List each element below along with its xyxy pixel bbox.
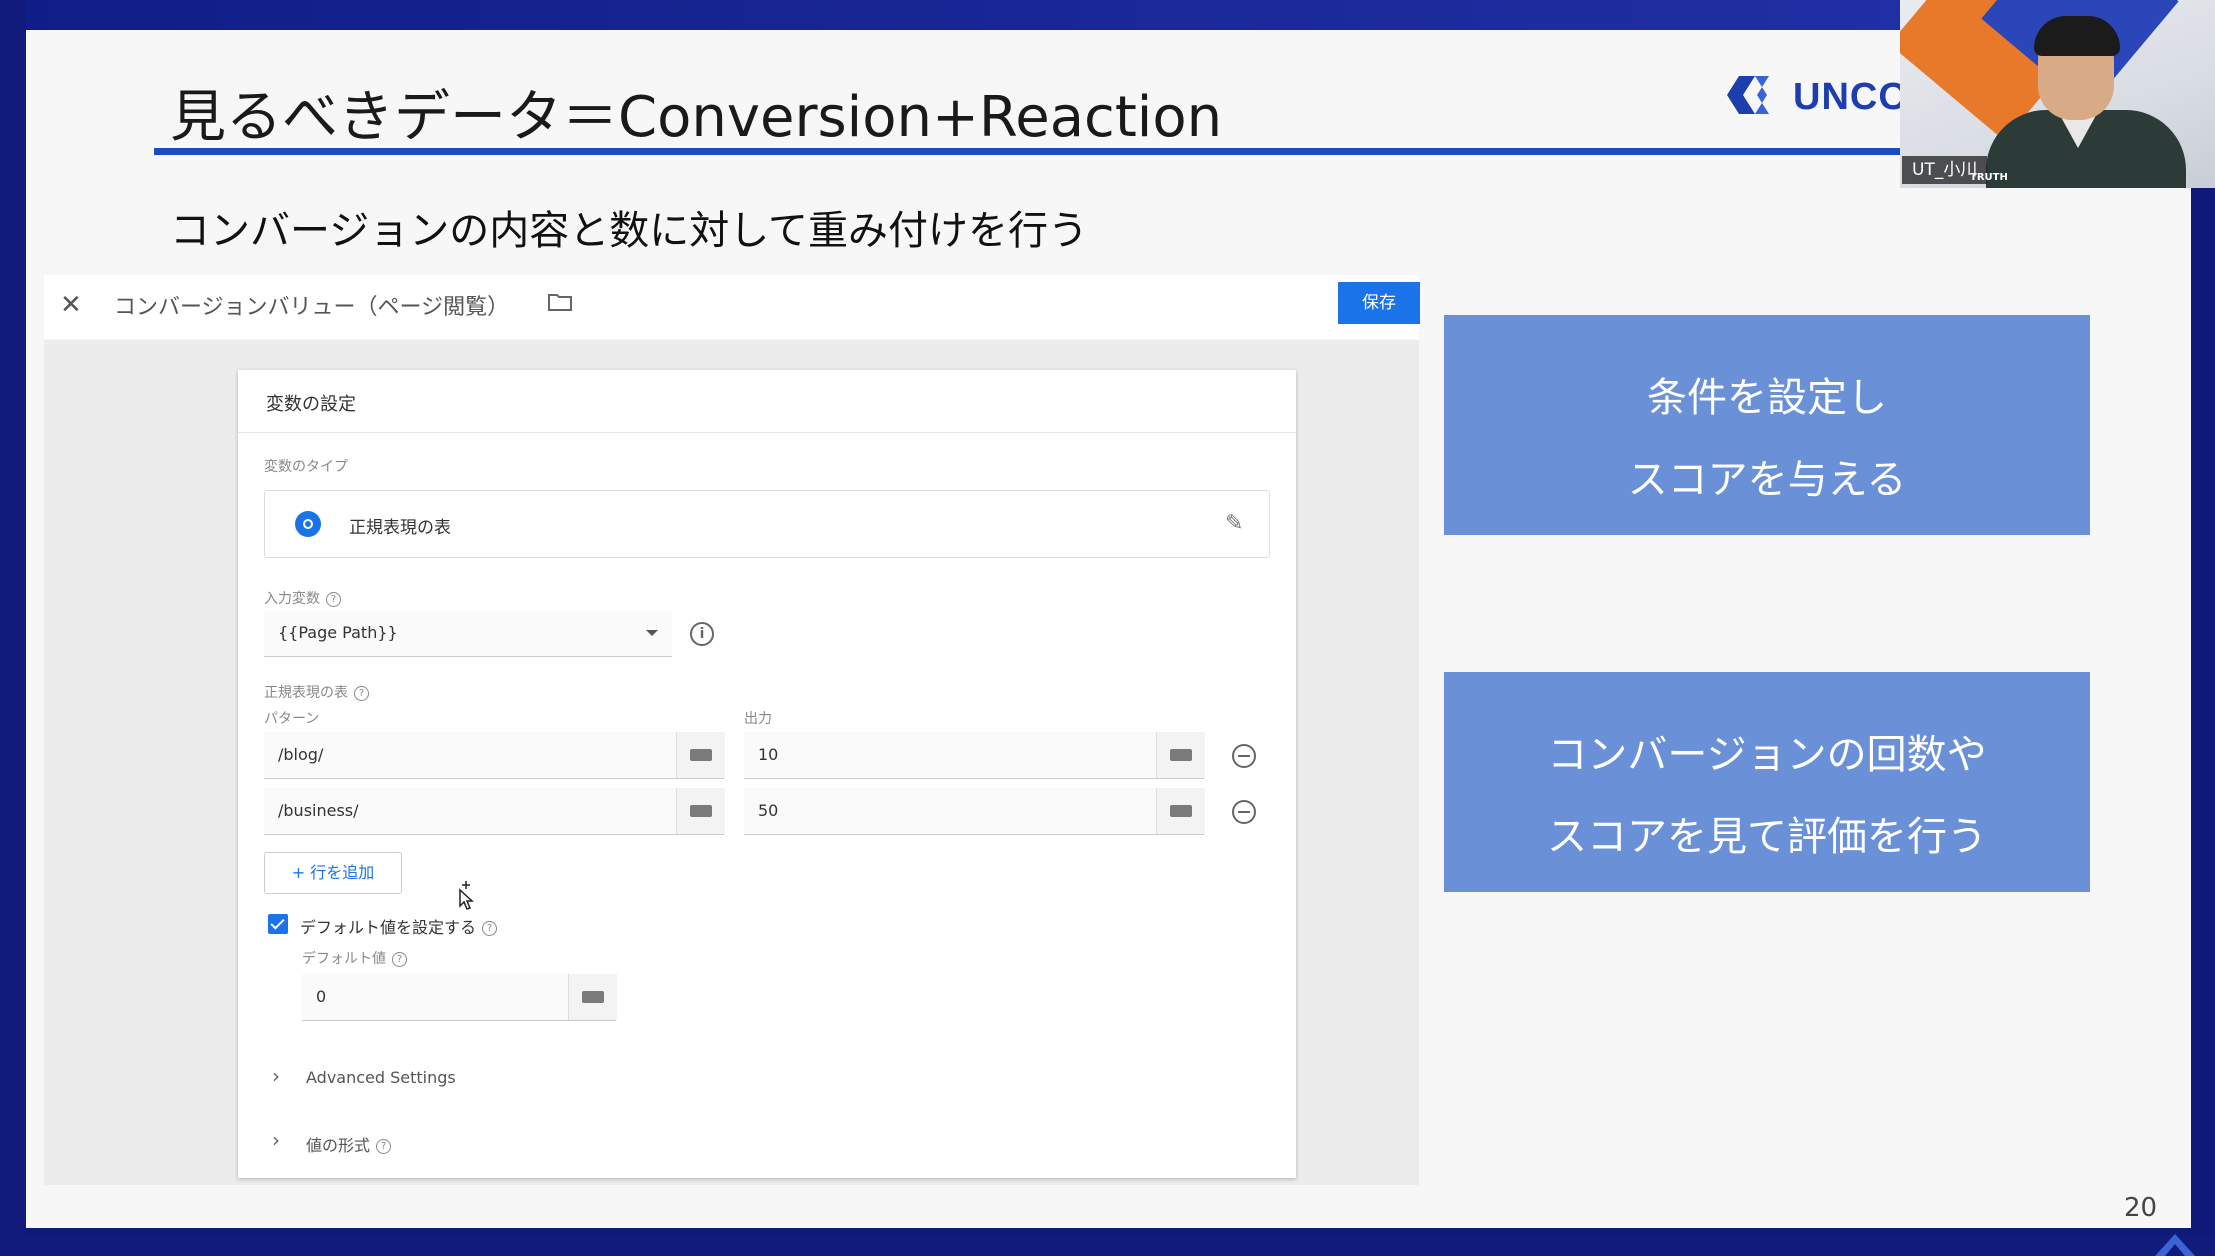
variable-picker-icon[interactable]	[676, 732, 725, 778]
default-value-label: デフォルト値?	[302, 948, 407, 968]
window-frame-top	[0, 0, 2215, 30]
advanced-settings-section[interactable]: Advanced Settings	[306, 1068, 456, 1087]
pencil-icon[interactable]: ✎	[1225, 511, 1243, 536]
variable-picker-icon[interactable]	[568, 974, 617, 1020]
close-icon[interactable]: ✕	[60, 290, 82, 320]
pattern-field-row-1[interactable]: /blog/	[264, 732, 725, 779]
chevron-right-icon[interactable]: ›	[272, 1128, 280, 1152]
variable-picker-icon[interactable]	[676, 788, 725, 834]
default-value-checkbox-label: デフォルト値を設定する?	[300, 914, 498, 938]
variable-type-selector[interactable]: 正規表現の表 ✎	[264, 490, 1270, 558]
help-icon[interactable]: ?	[376, 1139, 392, 1154]
value-format-section[interactable]: 値の形式?	[306, 1132, 392, 1156]
input-variable-dropdown[interactable]: {{Page Path}}	[264, 610, 672, 657]
output-field-row-2[interactable]: 50	[744, 788, 1205, 835]
output-header: 出力	[744, 711, 772, 727]
default-value-field[interactable]: 0	[302, 974, 617, 1021]
dropdown-arrow-icon	[646, 630, 658, 636]
input-variable-label: 入力変数?	[264, 588, 341, 608]
editor-title[interactable]: コンバージョンバリュー（ページ閲覧）	[114, 289, 509, 321]
slide-subtitle: コンバージョンの内容と数に対して重み付けを行う	[170, 208, 1088, 254]
save-button[interactable]: 保存	[1338, 282, 1420, 324]
variable-type-label: 変数のタイプ	[264, 459, 348, 475]
title-underline	[154, 148, 1954, 155]
shirt-text: TRUTH	[1970, 172, 2008, 183]
callout-evaluation: コンバージョンの回数や スコアを見て評価を行う	[1444, 672, 2090, 892]
slide-title: 見るべきデータ＝Conversion+Reaction	[170, 85, 1223, 150]
card-title: 変数の設定	[266, 394, 356, 415]
variable-picker-icon[interactable]	[1156, 732, 1205, 778]
mouse-cursor-icon	[459, 881, 474, 910]
remove-row-icon[interactable]	[1232, 744, 1256, 768]
gear-icon	[295, 511, 321, 537]
help-icon[interactable]: ?	[354, 685, 369, 701]
regex-table-label: 正規表現の表?	[264, 682, 369, 702]
callout-conditions: 条件を設定し スコアを与える	[1444, 315, 2090, 535]
chevron-right-icon[interactable]: ›	[272, 1064, 280, 1088]
corner-logo-icon	[2155, 1234, 2195, 1256]
company-logo: UNCO	[1725, 72, 1908, 122]
pattern-header: パターン	[264, 711, 320, 727]
window-frame-bottom	[0, 1236, 2215, 1256]
logo-mark-icon	[1727, 76, 1769, 114]
output-field-row-1[interactable]: 10	[744, 732, 1205, 779]
help-icon[interactable]: ?	[392, 951, 407, 967]
webcam-video: UT_小川 TRUTH	[1900, 0, 2215, 188]
variable-picker-icon[interactable]	[1156, 788, 1205, 834]
help-icon[interactable]: ?	[482, 921, 498, 936]
default-value-checkbox[interactable]	[268, 914, 288, 934]
input-variable-value: {{Page Path}}	[278, 623, 398, 642]
help-icon[interactable]: ?	[326, 591, 341, 607]
logo-text: UNCO	[1793, 76, 1909, 118]
page-number: 20	[2124, 1193, 2158, 1223]
variable-config-card: 変数の設定 変数のタイプ 正規表現の表 ✎ 入力変数? {{Page Path}…	[238, 370, 1296, 1178]
window-frame-left	[0, 0, 26, 1256]
info-icon[interactable]: i	[690, 622, 714, 646]
variable-type-value: 正規表現の表	[349, 518, 451, 538]
pattern-field-row-2[interactable]: /business/	[264, 788, 725, 835]
remove-row-icon[interactable]	[1232, 800, 1256, 824]
add-row-button[interactable]: + 行を追加	[264, 852, 402, 894]
folder-icon[interactable]	[548, 293, 572, 311]
